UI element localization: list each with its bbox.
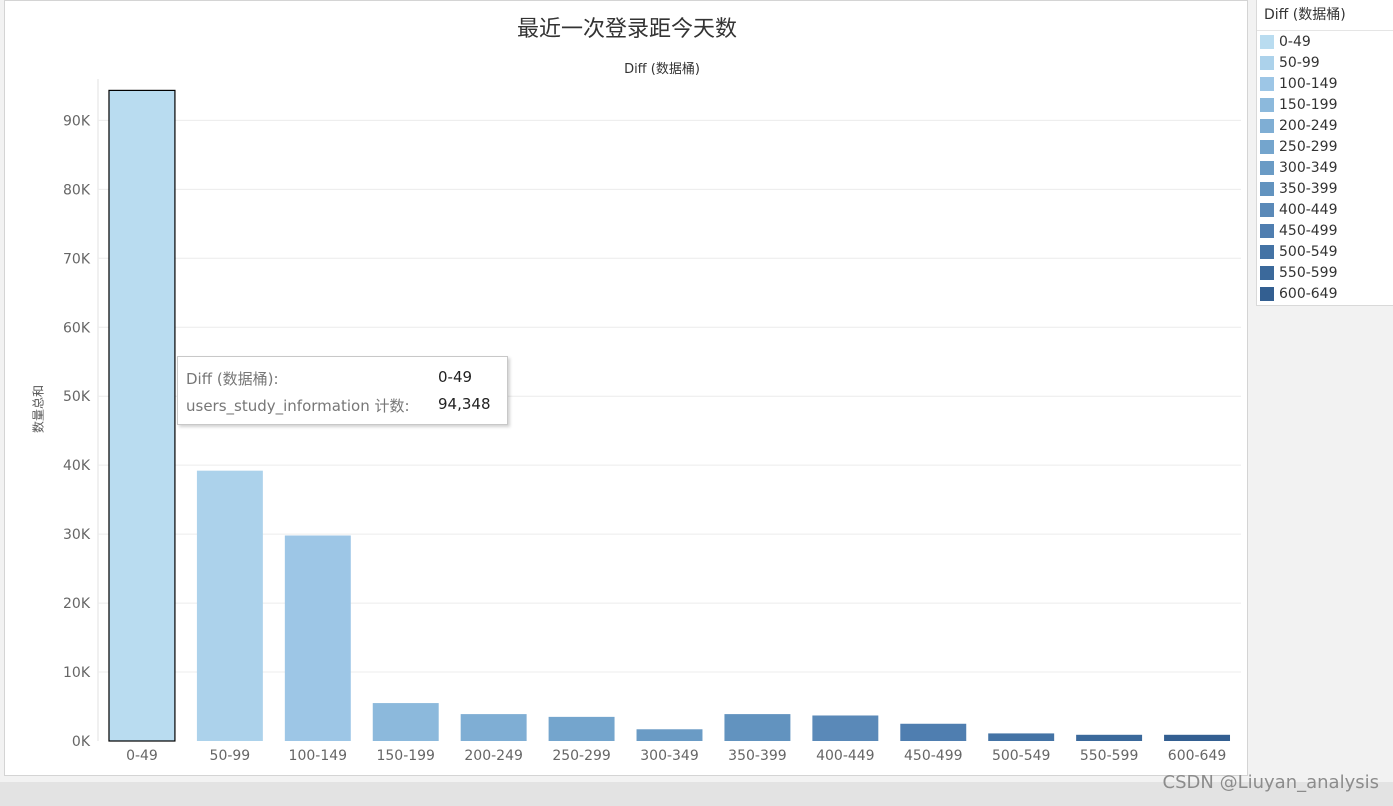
legend-swatch	[1260, 224, 1274, 238]
legend-label: 300-349	[1279, 160, 1338, 176]
x-tick-label: 100-149	[289, 748, 348, 764]
legend-swatch	[1260, 161, 1274, 175]
color-legend[interactable]: Diff (数据桶) 0-49 50-99 100-149 150-199 200-24…	[1256, 0, 1393, 306]
legend-item[interactable]: 500-549	[1260, 242, 1338, 262]
legend-item[interactable]: 0-49	[1260, 32, 1311, 52]
legend-item[interactable]: 400-449	[1260, 200, 1338, 220]
legend-label: 500-549	[1279, 244, 1338, 260]
legend-item[interactable]: 200-249	[1260, 116, 1338, 136]
legend-item[interactable]: 150-199	[1260, 95, 1338, 115]
legend-label: 450-499	[1279, 223, 1338, 239]
legend-label: 600-649	[1279, 286, 1338, 302]
bar[interactable]	[1164, 734, 1231, 741]
legend-label: 100-149	[1279, 76, 1338, 92]
bar[interactable]	[372, 703, 439, 741]
legend-label: 150-199	[1279, 97, 1338, 113]
legend-item[interactable]: 250-299	[1260, 137, 1338, 157]
y-tick-label: 90K	[63, 113, 91, 129]
legend-label: 50-99	[1279, 55, 1320, 71]
legend-swatch	[1260, 266, 1274, 280]
x-tick-label: 500-549	[992, 748, 1051, 764]
legend-item[interactable]: 300-349	[1260, 158, 1338, 178]
bar[interactable]	[460, 714, 527, 741]
tooltip-label: users_study_information 计数:	[186, 397, 410, 415]
bar[interactable]	[812, 715, 879, 741]
x-tick-label: 600-649	[1168, 748, 1227, 764]
legend-item[interactable]: 50-99	[1260, 53, 1320, 73]
bar[interactable]	[108, 89, 176, 742]
x-tick-label: 150-199	[376, 748, 435, 764]
bar[interactable]	[1076, 734, 1143, 741]
y-tick-label: 40K	[63, 458, 91, 474]
legend-swatch	[1260, 35, 1274, 49]
legend-label: 550-599	[1279, 265, 1338, 281]
y-tick-label: 80K	[63, 182, 91, 198]
tooltip-label: Diff (数据桶):	[186, 370, 279, 388]
legend-label: 0-49	[1279, 34, 1311, 50]
legend-swatch	[1260, 119, 1274, 133]
bar[interactable]	[900, 723, 967, 741]
legend-swatch	[1260, 77, 1274, 91]
legend-item[interactable]: 550-599	[1260, 263, 1338, 283]
y-tick-label: 50K	[63, 389, 91, 405]
bar[interactable]	[636, 729, 703, 741]
legend-title: Diff (数据桶)	[1257, 0, 1393, 31]
x-tick-label: 200-249	[464, 748, 523, 764]
y-tick-label: 70K	[63, 251, 91, 267]
bar[interactable]	[196, 470, 263, 741]
bar[interactable]	[548, 716, 615, 741]
legend-label: 200-249	[1279, 118, 1338, 134]
tooltip-value: 94,348	[438, 395, 491, 413]
x-tick-label: 250-299	[552, 748, 611, 764]
legend-item[interactable]: 100-149	[1260, 74, 1338, 94]
x-tick-label: 50-99	[210, 748, 251, 764]
bar[interactable]	[284, 535, 351, 741]
x-tick-label: 550-599	[1080, 748, 1139, 764]
legend-swatch	[1260, 245, 1274, 259]
y-tick-label: 10K	[63, 665, 91, 681]
y-tick-label: 0K	[72, 734, 91, 750]
x-tick-label: 300-349	[640, 748, 699, 764]
bar[interactable]	[988, 733, 1055, 741]
chart-title: 最近一次登录距今天数	[516, 17, 737, 42]
legend-label: 350-399	[1279, 181, 1338, 197]
x-axis-header: Diff (数据桶)	[624, 62, 700, 77]
x-tick-label: 0-49	[126, 748, 158, 764]
bar[interactable]	[724, 714, 791, 741]
legend-swatch	[1260, 140, 1274, 154]
legend-item[interactable]: 450-499	[1260, 221, 1338, 241]
legend-swatch	[1260, 98, 1274, 112]
legend-item[interactable]: 350-399	[1260, 179, 1338, 199]
tooltip: Diff (数据桶): 0-49 users_study_information…	[177, 356, 508, 425]
legend-swatch	[1260, 56, 1274, 70]
legend-item[interactable]: 600-649	[1260, 284, 1338, 304]
y-tick-label: 20K	[63, 596, 91, 612]
y-tick-label: 60K	[63, 320, 91, 336]
legend-swatch	[1260, 182, 1274, 196]
legend-swatch	[1260, 203, 1274, 217]
legend-swatch	[1260, 287, 1274, 301]
legend-label: 250-299	[1279, 139, 1338, 155]
y-axis-label: 数量总和	[31, 384, 46, 434]
tooltip-value: 0-49	[438, 368, 473, 386]
legend-label: 400-449	[1279, 202, 1338, 218]
x-tick-label: 350-399	[728, 748, 787, 764]
watermark: CSDN @Liuyan_analysis	[1162, 772, 1379, 793]
x-tick-label: 450-499	[904, 748, 963, 764]
y-tick-label: 30K	[63, 527, 91, 543]
x-tick-label: 400-449	[816, 748, 875, 764]
